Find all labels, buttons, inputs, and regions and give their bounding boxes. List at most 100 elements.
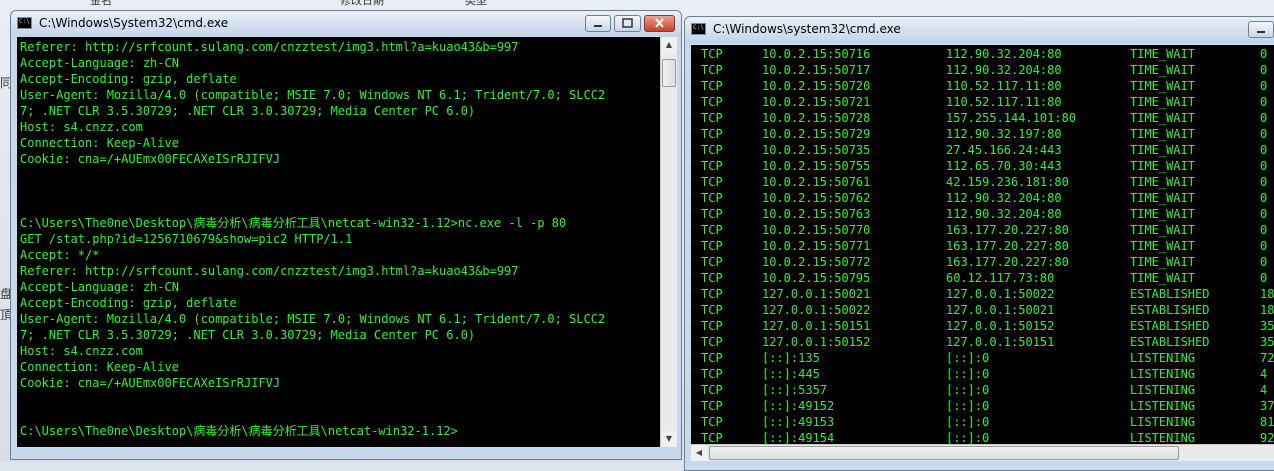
table-row: TCP 10.0.2.15:50721 110.52.117.11:80 TIME_W… xyxy=(691,94,1274,110)
console-line: Cookie: cna=/+AUEmx00FECAXeISrRJIFVJ xyxy=(20,152,281,166)
state-cell: ESTABLISHED xyxy=(1130,303,1210,317)
table-row: TCP 127.0.0.1:50021 127.0.0.1:50022 ESTABLI… xyxy=(691,286,1274,302)
console-line: Host: s4.cnzz.com xyxy=(20,344,143,358)
console-line: Host: s4.cnzz.com xyxy=(20,120,143,134)
pid-cell: 0 xyxy=(1260,223,1268,237)
console-line: C:\Users\The0ne\Desktop\病毒分析\病毒分析工具\netc… xyxy=(20,216,567,230)
console-line: Accept: */* xyxy=(20,248,100,262)
table-row: TCP [::]:49152 [::]:0 LISTENING 37 xyxy=(691,398,1274,414)
state-cell: TIME_WAIT xyxy=(1130,223,1196,237)
pid-cell: 18 xyxy=(1260,303,1274,317)
state-cell: TIME_WAIT xyxy=(1130,47,1196,61)
local-address-cell: 10.0.2.15:50763 xyxy=(762,207,871,221)
background-fragment: 金名 xyxy=(90,0,112,7)
foreign-address-cell: [::]:0 xyxy=(946,399,990,413)
scroll-up-arrow-icon[interactable]: ▲ xyxy=(661,37,677,53)
foreign-address-cell: 127.0.0.1:50152 xyxy=(946,319,1055,333)
state-cell: LISTENING xyxy=(1130,415,1196,429)
pid-cell: 0 xyxy=(1260,47,1268,61)
local-address-cell: 10.0.2.15:50729 xyxy=(762,127,871,141)
console-line: Cookie: cna=/+AUEmx00FECAXeISrRJIFVJ xyxy=(20,376,281,390)
foreign-address-cell: 112.90.32.204:80 xyxy=(946,207,1062,221)
foreign-address-cell: [::]:0 xyxy=(946,431,990,444)
maximize-button[interactable] xyxy=(614,15,641,32)
protocol-cell: TCP xyxy=(701,95,723,109)
cmd-window-right[interactable]: C:\ C:\Windows\system32\cmd.exe TCP 10.0.… xyxy=(684,16,1274,471)
console-output[interactable]: Referer: http://srfcount.sulang.com/cnzz… xyxy=(17,37,660,447)
title-bar[interactable]: C:\ C:\Windows\system32\cmd.exe xyxy=(685,17,1274,43)
console-line: User-Agent: Mozilla/4.0 (compatible; MSI… xyxy=(20,88,606,102)
local-address-cell: 10.0.2.15:50772 xyxy=(762,255,871,269)
console-line: 7; .NET CLR 3.5.30729; .NET CLR 3.0.3072… xyxy=(20,328,476,342)
protocol-cell: TCP xyxy=(701,79,723,93)
state-cell: LISTENING xyxy=(1130,383,1196,397)
local-address-cell: [::]:49152 xyxy=(762,399,835,413)
foreign-address-cell: 112.65.70.30:443 xyxy=(946,159,1062,173)
local-address-cell: 10.0.2.15:50728 xyxy=(762,111,871,125)
pid-cell: 18 xyxy=(1260,287,1274,301)
table-row: TCP 10.0.2.15:50720 110.52.117.11:80 TIME_W… xyxy=(691,78,1274,94)
console-output[interactable]: TCP 10.0.2.15:50716 112.90.32.204:80 TIME_W… xyxy=(691,45,1274,444)
foreign-address-cell: 112.90.32.204:80 xyxy=(946,63,1062,77)
table-row: TCP [::]:5357 [::]:0 LISTENING 4 xyxy=(691,382,1274,398)
table-row: TCP 10.0.2.15:50717 112.90.32.204:80 TIME_W… xyxy=(691,62,1274,78)
minimize-icon xyxy=(594,25,602,27)
pid-cell: 35 xyxy=(1260,335,1274,349)
pid-cell: 4 xyxy=(1260,367,1268,381)
console-line: GET /stat.php?id=1256710679&show=pic2 HT… xyxy=(20,232,353,246)
foreign-address-cell: 163.177.20.227:80 xyxy=(946,239,1069,253)
local-address-cell: 127.0.0.1:50151 xyxy=(762,319,871,333)
pid-cell: 0 xyxy=(1260,207,1268,221)
console-line: Accept-Encoding: gzip, deflate xyxy=(20,72,237,86)
scroll-thumb[interactable] xyxy=(709,446,1179,460)
table-row: TCP 10.0.2.15:50772 163.177.20.227:80 TIME_… xyxy=(691,254,1274,270)
pid-cell: 92 xyxy=(1260,431,1274,444)
console-line: Referer: http://srfcount.sulang.com/cnzz… xyxy=(20,40,519,54)
local-address-cell: 127.0.0.1:50152 xyxy=(762,335,871,349)
state-cell: ESTABLISHED xyxy=(1130,319,1210,333)
pid-cell: 0 xyxy=(1260,111,1268,125)
state-cell: TIME_WAIT xyxy=(1130,63,1196,77)
foreign-address-cell: 157.255.144.101:80 xyxy=(946,111,1077,125)
pid-cell: 0 xyxy=(1260,127,1268,141)
scroll-down-arrow-icon[interactable]: ▼ xyxy=(661,431,677,447)
protocol-cell: TCP xyxy=(701,367,723,381)
table-row: TCP 10.0.2.15:50795 60.12.117.73:80 TIME_WA… xyxy=(691,270,1274,286)
protocol-cell: TCP xyxy=(701,399,723,413)
local-address-cell: [::]:445 xyxy=(762,367,820,381)
foreign-address-cell: 127.0.0.1:50022 xyxy=(946,287,1055,301)
protocol-cell: TCP xyxy=(701,127,723,141)
minimize-button[interactable] xyxy=(1248,21,1274,38)
table-row: TCP [::]:445 [::]:0 LISTENING 4 xyxy=(691,366,1274,382)
title-bar[interactable]: C:\ C:\Windows\System32\cmd.exe xyxy=(11,11,681,37)
protocol-cell: TCP xyxy=(701,239,723,253)
pid-cell: 0 xyxy=(1260,95,1268,109)
local-address-cell: 10.0.2.15:50721 xyxy=(762,95,871,109)
table-row: TCP 10.0.2.15:50735 27.45.166.24:443 TIME_W… xyxy=(691,142,1274,158)
vertical-scrollbar[interactable]: ▲ ▼ xyxy=(660,37,677,447)
console-line: C:\Users\The0ne\Desktop\病毒分析\病毒分析工具\netc… xyxy=(20,424,458,438)
cmd-window-left[interactable]: C:\ C:\Windows\System32\cmd.exe Referer:… xyxy=(10,10,682,460)
state-cell: LISTENING xyxy=(1130,431,1196,444)
foreign-address-cell: 112.90.32.204:80 xyxy=(946,47,1062,61)
protocol-cell: TCP xyxy=(701,319,723,333)
minimize-button[interactable] xyxy=(585,15,611,32)
close-button[interactable] xyxy=(644,15,675,32)
protocol-cell: TCP xyxy=(701,175,723,189)
state-cell: ESTABLISHED xyxy=(1130,287,1210,301)
scroll-left-arrow-icon[interactable]: ◀ xyxy=(691,445,707,461)
scroll-thumb[interactable] xyxy=(662,59,676,87)
table-row: TCP 127.0.0.1:50151 127.0.0.1:50152 ESTABLI… xyxy=(691,318,1274,334)
horizontal-scrollbar[interactable]: ◀ xyxy=(691,444,1274,461)
pid-cell: 0 xyxy=(1260,191,1268,205)
protocol-cell: TCP xyxy=(701,431,723,444)
local-address-cell: 127.0.0.1:50021 xyxy=(762,287,871,301)
foreign-address-cell: 27.45.166.24:443 xyxy=(946,143,1062,157)
protocol-cell: TCP xyxy=(701,47,723,61)
foreign-address-cell: 163.177.20.227:80 xyxy=(946,255,1069,269)
protocol-cell: TCP xyxy=(701,383,723,397)
table-row: TCP [::]:49154 [::]:0 LISTENING 92 xyxy=(691,430,1274,444)
state-cell: TIME_WAIT xyxy=(1130,271,1196,285)
protocol-cell: TCP xyxy=(701,255,723,269)
table-row: TCP 127.0.0.1:50152 127.0.0.1:50151 ESTABLI… xyxy=(691,334,1274,350)
